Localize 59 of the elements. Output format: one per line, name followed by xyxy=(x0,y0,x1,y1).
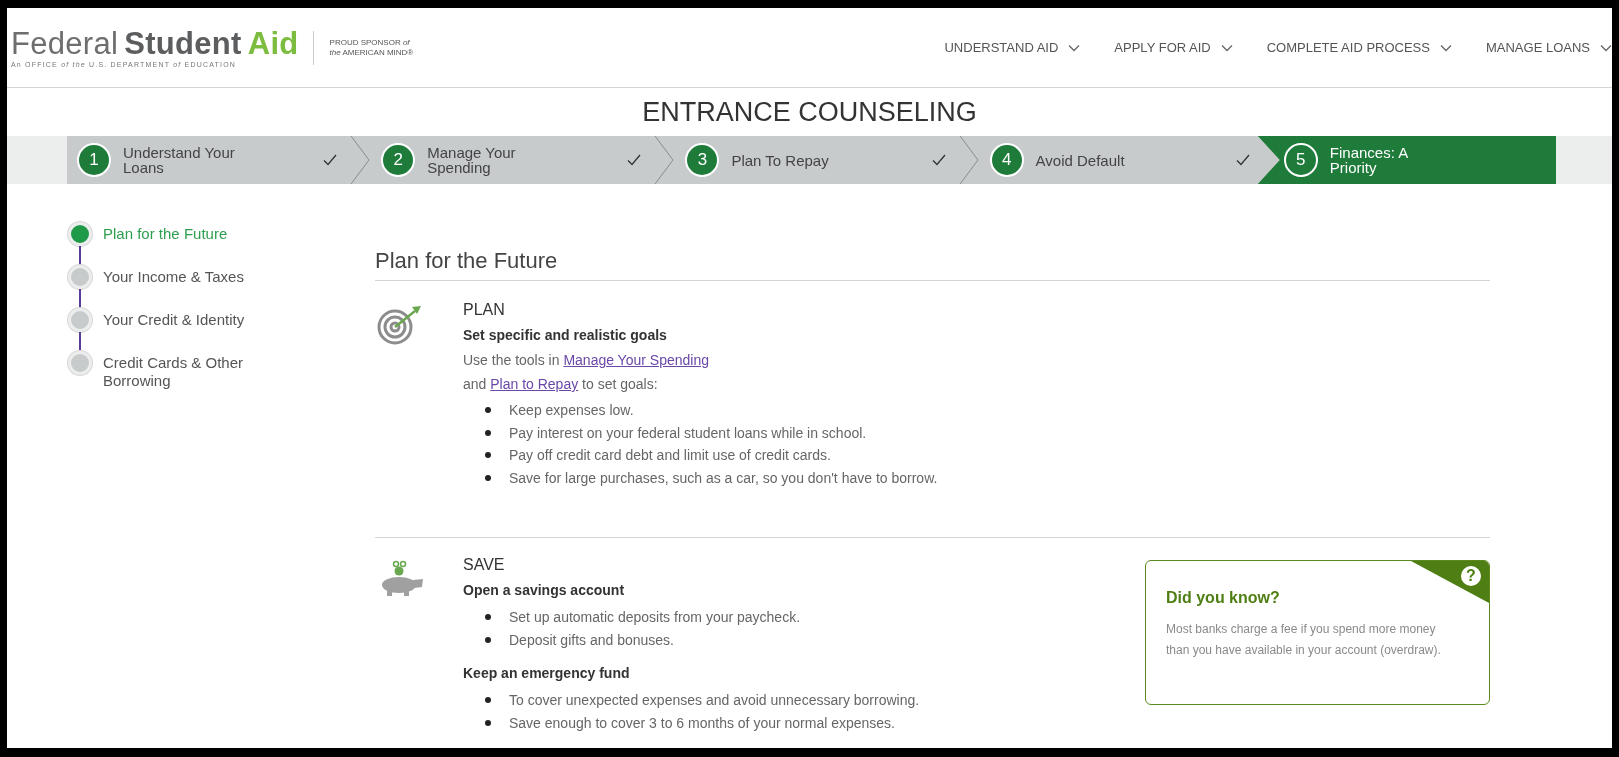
text-link[interactable]: Manage Your Spending xyxy=(563,352,709,368)
tip-title: Did you know? xyxy=(1166,589,1281,607)
step-number: 2 xyxy=(381,143,416,177)
target-icon xyxy=(375,305,423,345)
section-heading: Plan for the Future xyxy=(375,248,1490,281)
chevron-down-icon xyxy=(1220,43,1233,52)
nav-menu-item[interactable]: APPLY FOR AID xyxy=(1114,40,1233,55)
text-link[interactable]: Plan to Repay xyxy=(490,376,579,392)
sidebar-link[interactable]: Your Income & Taxes xyxy=(103,265,273,308)
section-title: PLAN xyxy=(463,301,505,319)
bullet-icon xyxy=(485,719,491,726)
bullet-icon xyxy=(485,614,491,621)
bullet-icon xyxy=(485,452,491,459)
page-title: ENTRANCE COUNSELING xyxy=(641,96,978,129)
checkmark-icon xyxy=(931,154,946,166)
chevron-divider-icon xyxy=(653,136,676,184)
bullet-icon xyxy=(485,474,491,481)
sidebar-link[interactable]: Your Credit & Identity xyxy=(103,308,273,351)
checkmark-icon xyxy=(1235,154,1250,166)
bullet-icon xyxy=(485,636,491,643)
bullet-text: To cover unexpected expenses and avoid unnecessary borrowing. xyxy=(509,691,920,710)
chevron-divider-icon xyxy=(957,136,980,184)
bullet-text: Pay off credit card debt and limit use of credit cards. xyxy=(509,446,831,465)
sidebar-link[interactable]: Plan for the Future xyxy=(103,222,273,265)
sponsor-text: PROUD SPONSOR of the AMERICAN MIND® xyxy=(312,30,414,65)
step-tab[interactable]: 2 Manage Your Spending xyxy=(371,136,654,184)
chevron-divider-icon xyxy=(349,136,372,184)
bullet-text: Pay interest on your federal student loans while in school. xyxy=(509,423,867,443)
subheading: Set specific and realistic goals xyxy=(463,327,667,343)
step-number: 3 xyxy=(685,143,720,177)
step-number: 5 xyxy=(1283,143,1318,177)
bullet-icon xyxy=(485,697,491,704)
bullet-text: Deposit gifts and bonuses. xyxy=(509,630,674,650)
bullet-text: Keep expenses low. xyxy=(509,401,634,420)
checkmark-icon xyxy=(627,154,642,166)
bullet-text: Save enough to cover 3 to 6 months of your normal expenses. xyxy=(509,713,895,733)
bullet-icon xyxy=(485,429,491,436)
nav-menu-item[interactable]: UNDERSTAND AID xyxy=(944,40,1081,55)
intro-text: and Plan to Repay to set goals: xyxy=(463,375,659,393)
subheading: Open a savings account xyxy=(463,582,625,598)
step-number: 4 xyxy=(989,143,1024,177)
bullet-text: Save for large purchases, such as a car, so you don't have to borrow. xyxy=(509,468,938,488)
nav-menu-item[interactable]: COMPLETE AID PROCESS xyxy=(1266,40,1452,55)
step-number: 1 xyxy=(77,143,111,177)
chevron-down-icon xyxy=(1439,43,1452,52)
subheading: Keep an emergency fund xyxy=(463,665,630,681)
chevron-down-icon xyxy=(1068,43,1081,52)
sidebar-link[interactable]: Credit Cards & Other Borrowing xyxy=(103,351,273,394)
bullet-text: Set up automatic deposits from your paycheck. xyxy=(509,608,801,627)
step-tab[interactable]: 5 Finances: A Priority xyxy=(1257,136,1556,184)
section-title: SAVE xyxy=(463,556,505,574)
bullet-icon xyxy=(485,407,491,414)
nav-menu-item[interactable]: MANAGE LOANS xyxy=(1485,40,1612,55)
tip-text: Most banks charge a fee if you spend more money than you have available in your account (overdraw). xyxy=(1166,621,1442,659)
step-tab[interactable]: 3 Plan To Repay xyxy=(675,136,958,184)
chevron-down-icon xyxy=(1600,43,1612,52)
step-tab[interactable]: 1 Understand Your Loans xyxy=(67,136,350,184)
checkmark-icon xyxy=(323,154,338,166)
intro-text: Use the tools in Manage Your Spending xyxy=(463,351,710,369)
